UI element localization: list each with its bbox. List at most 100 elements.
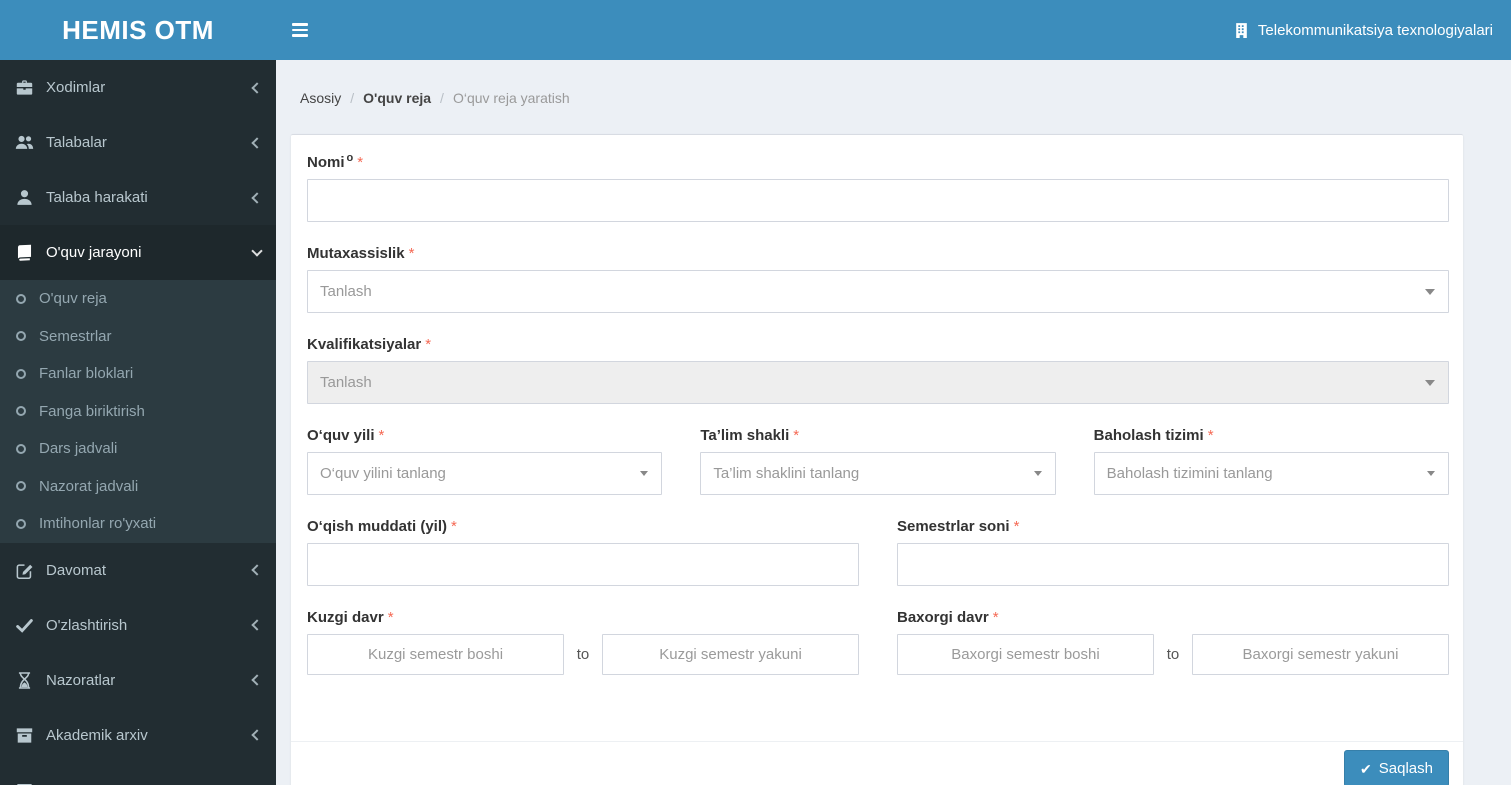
- select-placeholder: Ta’lim shaklini tanlang: [713, 465, 860, 482]
- edit-icon: [15, 561, 34, 580]
- check-icon: ✔: [1360, 760, 1372, 777]
- sidebar-item-label: O'quv jarayoni: [46, 244, 142, 261]
- circle-icon: [16, 293, 26, 304]
- sidebar-toggle-button[interactable]: [276, 0, 324, 60]
- oquv-yili-select[interactable]: O‘quv yilini tanlang: [307, 452, 663, 495]
- required-mark: *: [451, 518, 457, 535]
- brand-logo[interactable]: HEMIS OTM: [0, 0, 276, 60]
- sidebar-subitem-semestrlar[interactable]: Semestrlar: [0, 318, 276, 356]
- kuzgi-davr-range: to: [307, 634, 859, 675]
- select-placeholder: Tanlash: [320, 374, 372, 391]
- caret-down-icon: [1425, 379, 1435, 386]
- content-area: Asosiy / O'quv reja / O‘quv reja yaratis…: [276, 60, 1511, 785]
- baholash-tizimi-select[interactable]: Baholash tizimini tanlang: [1093, 452, 1449, 495]
- organization-menu[interactable]: Telekommunikatsiya texnologiyalari: [1215, 0, 1511, 60]
- required-mark: *: [425, 336, 432, 353]
- circle-icon: [16, 331, 26, 342]
- briefcase-icon: [15, 78, 34, 97]
- range-separator: to: [1166, 646, 1180, 663]
- required-mark: *: [793, 427, 800, 444]
- baholash-tizimi-label: Baholash tizimi *: [1093, 427, 1214, 444]
- kvalifikatsiyalar-label: Kvalifikatsiyalar *: [307, 336, 432, 353]
- sidebar-item-ozlashtirish[interactable]: O'zlashtirish: [0, 598, 276, 653]
- circle-icon: [16, 481, 26, 492]
- select-placeholder: Tanlash: [320, 283, 372, 300]
- breadcrumb-oquv-reja-link[interactable]: O'quv reja: [363, 90, 431, 106]
- sidebar-subitem-label: Imtihonlar ro'yxati: [39, 515, 157, 533]
- sidebar-item-nazoratlar[interactable]: Nazoratlar: [0, 653, 276, 708]
- check-icon: [15, 616, 34, 635]
- mutaxassislik-label: Mutaxassislik *: [307, 245, 415, 262]
- sidebar-item-oquv-jarayoni[interactable]: O'quv jarayoni: [0, 225, 276, 280]
- caret-down-icon: [1033, 470, 1042, 476]
- field-talim-shakli: Ta’lim shakli * Ta’lim shaklini tanlang: [700, 427, 1056, 495]
- mutaxassislik-select[interactable]: Tanlash: [307, 270, 1449, 313]
- oqish-muddati-input[interactable]: [307, 543, 859, 586]
- kuzgi-davr-label: Kuzgi davr *: [307, 609, 394, 626]
- breadcrumb-home-link[interactable]: Asosiy: [300, 90, 341, 106]
- sidebar-item-label: Nazoratlar: [46, 671, 116, 689]
- oquv-yili-label: O‘quv yili *: [307, 427, 385, 444]
- numbers-row: O‘qish muddati (yil) * Semestrlar soni *: [307, 518, 1449, 609]
- sidebar-subitem-label: Nazorat jadvali: [39, 477, 139, 495]
- sidebar-subitem-label: Fanga biriktirish: [39, 402, 145, 420]
- talim-shakli-select[interactable]: Ta’lim shaklini tanlang: [700, 452, 1056, 495]
- sidebar-subitem-oquv-reja[interactable]: O'quv reja: [0, 280, 276, 318]
- chevron-left-icon: [251, 136, 263, 149]
- breadcrumb: Asosiy / O'quv reja / O‘quv reja yaratis…: [291, 90, 1463, 106]
- save-button[interactable]: ✔ Saqlash: [1344, 750, 1449, 785]
- kvalifikatsiyalar-select[interactable]: Tanlash: [307, 361, 1449, 404]
- caret-down-icon: [640, 470, 649, 476]
- archive-icon: [15, 726, 34, 745]
- required-mark: *: [378, 427, 385, 444]
- field-baxorgi-davr: Baxorgi davr* to: [897, 609, 1449, 675]
- sidebar-submenu-oquv-jarayoni: O'quv reja Semestrlar Fanlar bloklari Fa…: [0, 280, 276, 543]
- form-card: Nomi o * Mutaxassislik * Tanlash Kvalifikat…: [291, 134, 1463, 785]
- sidebar-item-partial[interactable]: [0, 763, 276, 785]
- sidebar-item-davomat[interactable]: Davomat: [0, 543, 276, 598]
- sidebar-subitem-nazorat-jadvali[interactable]: Nazorat jadvali: [0, 468, 276, 506]
- circle-icon: [16, 406, 26, 417]
- sidebar-subitem-dars-jadvali[interactable]: Dars jadvali: [0, 430, 276, 468]
- sidebar-item-talaba-harakati[interactable]: Talaba harakati: [0, 170, 276, 225]
- circle-icon: [16, 518, 26, 529]
- chevron-down-icon: [251, 245, 263, 257]
- field-oqish-muddati: O‘qish muddati (yil) *: [307, 518, 859, 586]
- sidebar-item-label: Talaba harakati: [46, 189, 148, 206]
- book-icon: [15, 243, 34, 262]
- sidebar-menu: Xodimlar Talabalar Talaba harakati O'quv…: [0, 60, 276, 785]
- oqish-muddati-label: O‘qish muddati (yil) *: [307, 518, 457, 535]
- sidebar-item-label: Talabalar: [46, 134, 107, 151]
- sidebar-item-talabalar[interactable]: Talabalar: [0, 115, 276, 170]
- baxorgi-start-input[interactable]: [897, 634, 1154, 675]
- sidebar-subitem-label: Fanlar bloklari: [39, 365, 134, 383]
- required-mark: *: [992, 609, 999, 626]
- sidebar: HEMIS OTM Xodimlar Talabalar Talaba hara…: [0, 0, 276, 785]
- required-mark: *: [357, 154, 364, 171]
- select-placeholder: Baholash tizimini tanlang: [1106, 465, 1273, 482]
- semestrlar-soni-label: Semestrlar soni *: [897, 518, 1020, 535]
- sidebar-item-label: Davomat: [46, 561, 107, 579]
- baxorgi-end-input[interactable]: [1192, 634, 1449, 675]
- sidebar-subitem-fanlar-bloklari[interactable]: Fanlar bloklari: [0, 355, 276, 393]
- field-nomi: Nomi o *: [307, 152, 1449, 222]
- hourglass-icon: [15, 671, 34, 690]
- kuzgi-end-input[interactable]: [602, 634, 859, 675]
- app-window: HEMIS OTM Xodimlar Talabalar Talaba hara…: [0, 0, 1511, 785]
- required-mark: *: [408, 245, 415, 262]
- baxorgi-davr-label: Baxorgi davr *: [897, 609, 999, 626]
- form-footer: ✔ Saqlash: [291, 741, 1463, 785]
- range-separator: to: [576, 646, 590, 663]
- semestrlar-soni-input[interactable]: [897, 543, 1449, 586]
- sidebar-subitem-fanga-biriktirish[interactable]: Fanga biriktirish: [0, 393, 276, 431]
- nomi-input[interactable]: [307, 179, 1449, 222]
- top-navbar: Telekommunikatsiya texnologiyalari: [276, 0, 1511, 60]
- chevron-left-icon: [251, 564, 263, 576]
- field-mutaxassislik: Mutaxassislik * Tanlash: [307, 245, 1449, 313]
- chevron-left-icon: [251, 729, 263, 741]
- sidebar-item-xodimlar[interactable]: Xodimlar: [0, 60, 276, 115]
- list-icon: [15, 781, 34, 785]
- kuzgi-start-input[interactable]: [307, 634, 564, 675]
- sidebar-subitem-imtihonlar-royxati[interactable]: Imtihonlar ro'yxati: [0, 505, 276, 543]
- sidebar-item-akademik-arxiv[interactable]: Akademik arxiv: [0, 708, 276, 763]
